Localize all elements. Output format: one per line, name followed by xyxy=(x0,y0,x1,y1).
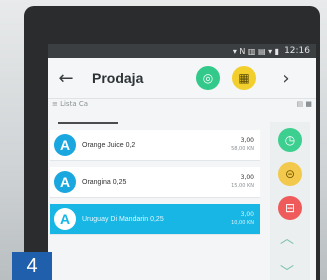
item-name: Uruguay Di Mandarin 0,25 xyxy=(82,215,164,223)
item-name: Orange Juice 0,2 xyxy=(82,141,136,149)
chevron-up-icon[interactable]: ︿ xyxy=(280,228,294,248)
item-name: Orangina 0,25 xyxy=(82,178,127,186)
list-item-selected[interactable]: A Uruguay Di Mandarin 0,25 3,00 10,00 KN xyxy=(50,204,260,235)
item-quantity: 3,00 xyxy=(240,174,254,181)
yellow-action-button[interactable]: ▦ xyxy=(232,66,256,90)
avatar: A xyxy=(54,171,76,193)
item-price: 58,00 KN xyxy=(231,146,254,152)
status-icons: ▾ N ▥ ▤ ▾ ▮ xyxy=(232,46,280,56)
back-arrow-icon[interactable]: ← xyxy=(50,68,82,89)
filter-left-label[interactable]: ≡ Lista Ca xyxy=(52,100,88,112)
item-quantity: 3,00 xyxy=(240,137,254,144)
step-number-badge: 4 xyxy=(12,252,52,280)
avatar: A xyxy=(54,208,76,230)
item-price: 15,00 KN xyxy=(231,183,254,189)
item-values: 3,00 15,00 KN xyxy=(231,173,254,191)
avatar: A xyxy=(54,134,76,156)
list-item[interactable]: A Orangina 0,25 3,00 15,00 KN xyxy=(50,167,260,198)
side-action-bar: ◷ ⊝ ⊟ ︿ ﹀ xyxy=(270,122,310,280)
delete-icon[interactable]: ⊟ xyxy=(278,196,302,220)
filter-row: ≡ Lista Ca ▤ ■ xyxy=(48,100,316,112)
status-time: 12:16 xyxy=(284,46,310,56)
app-bar: ← Prodaja ◎ ▦ › xyxy=(48,58,316,99)
item-values: 3,00 10,00 KN xyxy=(231,210,254,228)
status-bar: ▾ N ▥ ▤ ▾ ▮ 12:16 xyxy=(48,44,316,58)
item-quantity: 3,00 xyxy=(240,211,254,218)
list-item[interactable]: A Orange Juice 0,2 3,00 58,00 KN xyxy=(50,130,260,161)
clock-icon[interactable]: ◷ xyxy=(278,128,302,152)
filter-right-icons[interactable]: ▤ ■ xyxy=(297,100,312,112)
minus-circle-icon[interactable]: ⊝ xyxy=(278,162,302,186)
item-values: 3,00 58,00 KN xyxy=(231,136,254,154)
chevron-down-icon[interactable]: ﹀ xyxy=(280,262,294,280)
page-title: Prodaja xyxy=(92,70,144,86)
chevron-right-icon[interactable]: › xyxy=(274,66,298,90)
item-price: 10,00 KN xyxy=(231,220,254,226)
green-action-button[interactable]: ◎ xyxy=(196,66,220,90)
app-screen: ▾ N ▥ ▤ ▾ ▮ 12:16 ← Prodaja ◎ ▦ › ≡ List… xyxy=(48,44,316,280)
product-list: A Orange Juice 0,2 3,00 58,00 KN A Orang… xyxy=(50,130,260,241)
tab-indicator xyxy=(58,122,118,124)
